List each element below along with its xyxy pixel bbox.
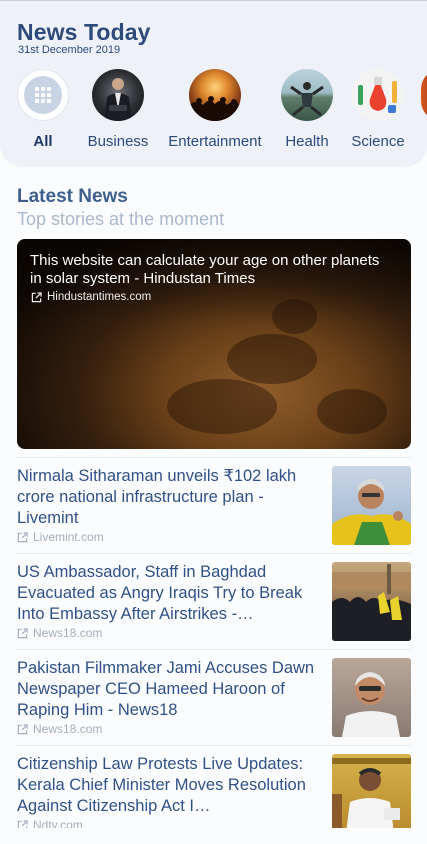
featured-article-card[interactable]: This website can calculate your age on o… — [17, 239, 411, 449]
external-link-icon — [17, 819, 28, 828]
category-label: Entertainment — [168, 133, 262, 150]
news-source-label: News18.com — [33, 626, 103, 640]
grid-icon — [35, 87, 51, 103]
app-header: News Today 31st December 2019 All Busine… — [0, 1, 427, 167]
news-thumbnail — [332, 562, 411, 641]
business-thumbnail — [92, 69, 144, 121]
category-science[interactable]: Science — [328, 69, 427, 150]
external-link-icon — [17, 531, 28, 542]
news-title: Nirmala Sitharaman unveils ₹102 lakh cro… — [17, 467, 297, 527]
news-source[interactable]: Ndtv.com — [17, 818, 83, 828]
category-all-avatar — [17, 69, 69, 121]
news-item[interactable]: Nirmala Sitharaman unveils ₹102 lakh cro… — [17, 466, 411, 550]
entertainment-thumbnail — [189, 69, 241, 121]
divider — [17, 745, 411, 746]
news-thumbnail — [332, 466, 411, 545]
news-item[interactable]: US Ambassador, Staff in Baghdad Evacuate… — [17, 562, 411, 646]
featured-source[interactable]: Hindustantimes.com — [31, 291, 151, 303]
news-thumbnail — [332, 658, 411, 737]
featured-source-label: Hindustantimes.com — [47, 291, 152, 303]
news-source[interactable]: Livemint.com — [17, 530, 104, 544]
featured-title: This website can calculate your age on o… — [30, 252, 380, 287]
news-thumbnail — [332, 754, 411, 828]
news-item[interactable]: Pakistan Filmmaker Jami Accuses Dawn New… — [17, 658, 411, 742]
external-link-icon — [31, 291, 42, 302]
news-source[interactable]: News18.com — [17, 722, 102, 736]
news-source-label: Ndtv.com — [33, 818, 83, 828]
news-source-label: News18.com — [33, 722, 103, 736]
section-subtitle: Top stories at the moment — [17, 209, 225, 229]
divider — [17, 649, 411, 650]
divider — [17, 553, 411, 554]
category-business[interactable]: Business — [68, 69, 168, 150]
news-item[interactable]: Citizenship Law Protests Live Updates: K… — [17, 754, 411, 828]
category-label: Business — [87, 133, 149, 150]
health-thumbnail — [281, 69, 333, 121]
header-date: 31st December 2019 — [18, 44, 121, 56]
news-title: US Ambassador, Staff in Baghdad Evacuate… — [17, 563, 303, 623]
news-title: Citizenship Law Protests Live Updates: K… — [17, 755, 306, 815]
external-link-icon — [17, 627, 28, 638]
category-entertainment[interactable]: Entertainment — [165, 69, 265, 150]
news-title: Pakistan Filmmaker Jami Accuses Dawn New… — [17, 659, 315, 719]
news-source-label: Livemint.com — [33, 530, 104, 544]
section-title: Latest News — [17, 186, 128, 207]
external-link-icon — [17, 723, 28, 734]
app-title: News Today — [17, 19, 151, 45]
divider — [17, 457, 411, 458]
category-label: Science — [351, 133, 405, 150]
news-source[interactable]: News18.com — [17, 626, 102, 640]
science-thumbnail — [352, 69, 404, 121]
